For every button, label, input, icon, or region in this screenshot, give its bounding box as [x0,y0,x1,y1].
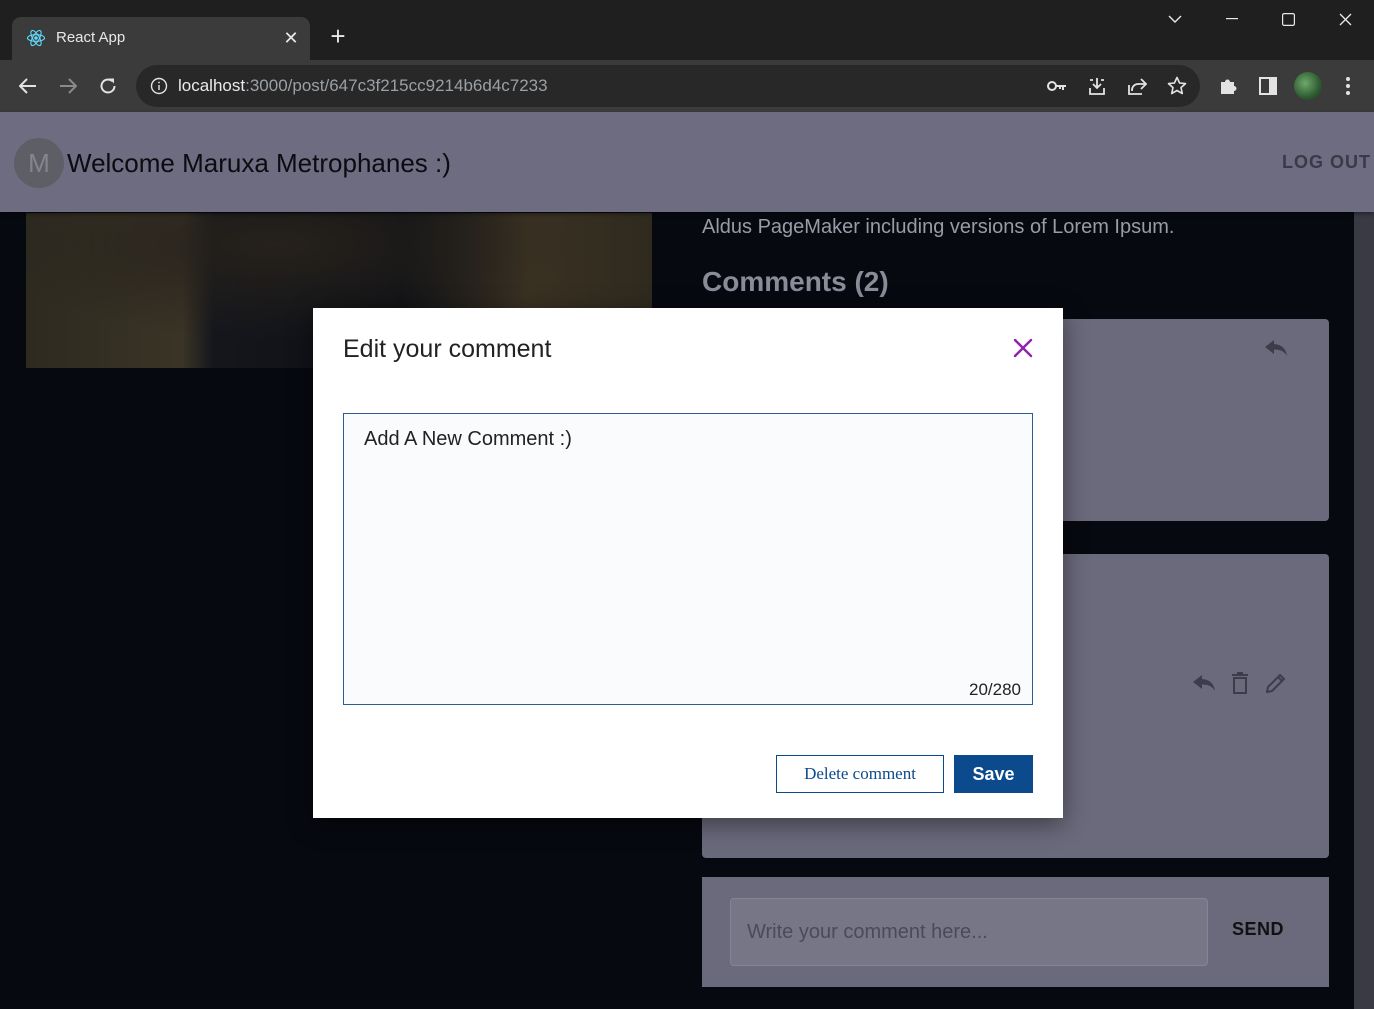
post-body-text: Aldus PageMaker including versions of Lo… [702,216,1175,238]
forward-button[interactable] [52,70,84,102]
back-button[interactable] [12,70,44,102]
key-icon[interactable] [1046,75,1068,97]
url-path: :3000/post/647c3f215cc9214b6d4c7233 [245,76,548,95]
close-icon[interactable] [1009,334,1037,362]
edit-comment-dialog: Edit your comment Add A New Comment :) 2… [313,308,1063,818]
comment-textarea-wrapper: Add A New Comment :) 20/280 [343,413,1033,705]
address-bar[interactable]: localhost:3000/post/647c3f215cc9214b6d4c… [136,65,1200,107]
reload-button[interactable] [92,70,124,102]
side-panel-icon[interactable] [1254,72,1282,100]
character-counter: 20/280 [969,680,1021,699]
edit-comment-textarea[interactable]: Add A New Comment :) [344,414,1032,704]
app-header: M Welcome Maruxa Metrophanes :) LOG OUT [0,112,1374,212]
page-scrollbar[interactable] [1354,212,1374,1009]
browser-titlebar: React App ✕ + [0,0,1374,60]
react-logo-icon [26,28,46,48]
more-menu-icon[interactable] [1334,72,1362,100]
trash-icon[interactable] [1226,669,1254,697]
send-button[interactable]: SEND [1232,919,1284,940]
close-window-button[interactable] [1317,0,1374,38]
pencil-icon[interactable] [1262,669,1290,697]
site-info-icon[interactable] [150,77,168,95]
welcome-message: Welcome Maruxa Metrophanes :) [67,148,451,178]
new-tab-button[interactable]: + [322,21,354,53]
share-icon[interactable] [1126,75,1148,97]
browser-tab[interactable]: React App ✕ [12,17,310,60]
save-button[interactable]: Save [954,755,1033,793]
minimize-button[interactable] [1203,0,1260,38]
tab-search-button[interactable] [1146,0,1203,38]
new-comment-form: SEND [702,877,1329,987]
dialog-title: Edit your comment [343,335,552,363]
reply-icon[interactable] [1262,334,1290,362]
profile-avatar[interactable] [1294,72,1322,100]
browser-toolbar: localhost:3000/post/647c3f215cc9214b6d4c… [0,60,1374,112]
delete-comment-button[interactable]: Delete comment [776,755,944,793]
tab-close-icon[interactable]: ✕ [280,27,302,49]
extensions-puzzle-icon[interactable] [1214,72,1242,100]
comments-heading: Comments (2) [702,266,889,297]
url-host: localhost [178,76,246,95]
maximize-button[interactable] [1260,0,1317,38]
avatar: M [14,138,64,188]
install-app-icon[interactable] [1086,75,1108,97]
logout-button[interactable]: LOG OUT [1282,152,1371,173]
reply-icon[interactable] [1190,669,1218,697]
bookmark-star-icon[interactable] [1166,75,1188,97]
url-text: localhost:3000/post/647c3f215cc9214b6d4c… [178,76,548,96]
tab-title: React App [56,29,126,46]
new-comment-input[interactable] [730,898,1208,966]
